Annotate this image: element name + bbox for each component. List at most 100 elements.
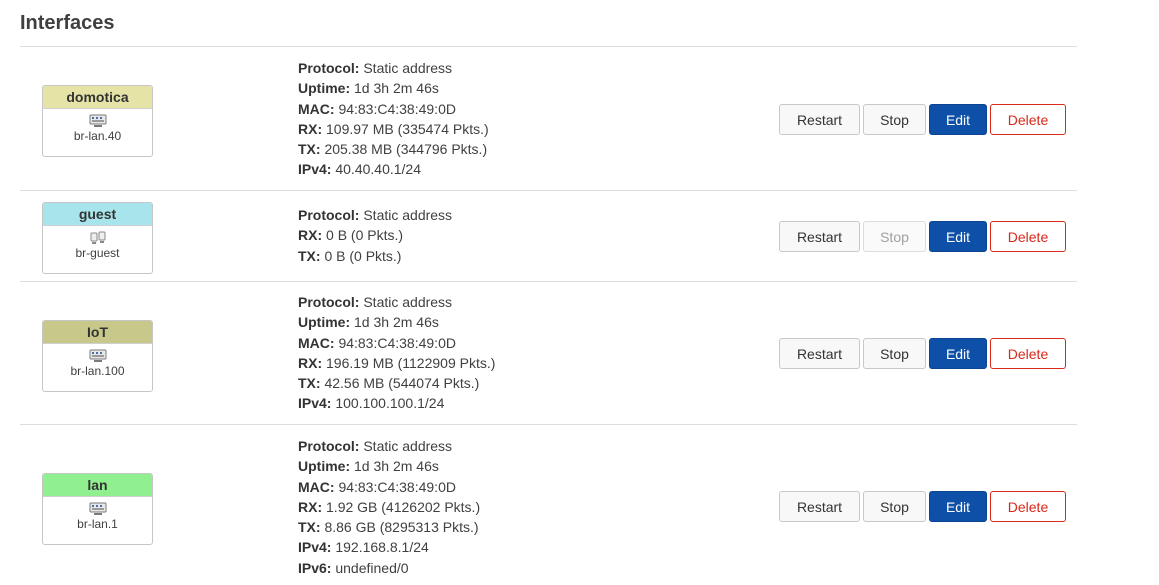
ethernet-icon — [89, 114, 106, 127]
stop-button[interactable]: Stop — [863, 491, 926, 522]
detail-line: RX: 0 B (0 Pkts.) — [298, 225, 452, 245]
interface-details: Protocol: Static address RX: 0 B (0 Pkts… — [298, 205, 452, 266]
detail-label: Protocol: — [298, 60, 360, 76]
detail-label: MAC: — [298, 100, 335, 117]
detail-value: 205.38 MB (344796 Pkts.) — [324, 141, 488, 158]
detail-line: IPv4: 192.168.8.1/24 — [298, 537, 480, 557]
detail-label: RX: — [298, 227, 323, 244]
action-buttons: Restart Stop Edit Delete — [779, 221, 1066, 252]
detail-label: RX: — [298, 354, 323, 371]
detail-label: RX: — [298, 120, 323, 137]
detail-value: 1.92 GB (4126202 Pkts.) — [326, 498, 481, 515]
detail-label: Uptime: — [298, 314, 351, 331]
interface-badge[interactable]: domotica br-lan.40 — [42, 85, 153, 157]
detail-line: RX: 1.92 GB (4126202 Pkts.) — [298, 497, 480, 517]
interface-row: lan br-lan.1 Protocol: Static address Up… — [20, 425, 1077, 585]
detail-line: TX: 42.56 MB (544074 Pkts.) — [298, 373, 495, 393]
interface-badge[interactable]: IoT br-lan.100 — [42, 320, 153, 392]
detail-line: Protocol: Static address — [298, 58, 489, 78]
detail-line: TX: 8.86 GB (8295313 Pkts.) — [298, 517, 480, 537]
detail-label: Uptime: — [298, 80, 351, 97]
detail-value: 1d 3h 2m 46s — [354, 458, 439, 475]
detail-value: 1d 3h 2m 46s — [354, 80, 439, 97]
action-buttons: Restart Stop Edit Delete — [779, 104, 1066, 135]
page-title: Interfaces — [20, 12, 115, 34]
detail-label: Uptime: — [298, 458, 351, 475]
edit-button[interactable]: Edit — [929, 338, 987, 369]
detail-label: TX: — [298, 247, 321, 264]
detail-line: Uptime: 1d 3h 2m 46s — [298, 78, 489, 98]
detail-line: Protocol: Static address — [298, 292, 495, 312]
detail-line: MAC: 94:83:C4:38:49:0D — [298, 477, 480, 497]
detail-value: 8.86 GB (8295313 Pkts.) — [324, 519, 479, 536]
delete-button[interactable]: Delete — [990, 104, 1066, 135]
interface-row: IoT br-lan.100 Protocol: Static address … — [20, 282, 1077, 424]
interface-device: br-lan.40 — [73, 129, 122, 143]
edit-button[interactable]: Edit — [929, 221, 987, 252]
detail-line: RX: 196.19 MB (1122909 Pkts.) — [298, 353, 495, 373]
detail-label: TX: — [298, 375, 321, 392]
delete-button[interactable]: Delete — [990, 491, 1066, 522]
detail-label: Protocol: — [298, 438, 360, 454]
ethernet-icon — [89, 349, 106, 362]
detail-value: 0 B (0 Pkts.) — [324, 247, 402, 264]
detail-value: 196.19 MB (1122909 Pkts.) — [326, 354, 496, 371]
ethernet-disconnected-icon — [90, 231, 105, 244]
detail-line: TX: 0 B (0 Pkts.) — [298, 246, 452, 266]
detail-value: 1d 3h 2m 46s — [354, 314, 439, 331]
interface-device: br-lan.1 — [77, 517, 118, 531]
edit-button[interactable]: Edit — [929, 104, 987, 135]
delete-button[interactable]: Delete — [990, 221, 1066, 252]
stop-button[interactable]: Stop — [863, 104, 926, 135]
detail-value: 42.56 MB (544074 Pkts.) — [324, 375, 480, 392]
detail-line: Uptime: 1d 3h 2m 46s — [298, 312, 495, 332]
action-buttons: Restart Stop Edit Delete — [779, 338, 1066, 369]
detail-value: undefined/0 — [335, 559, 409, 576]
restart-button[interactable]: Restart — [779, 491, 860, 522]
delete-button[interactable]: Delete — [990, 338, 1066, 369]
detail-line: IPv6: undefined/0 — [298, 558, 480, 578]
detail-value: 192.168.8.1/24 — [335, 539, 429, 556]
restart-button[interactable]: Restart — [779, 104, 860, 135]
stop-button: Stop — [863, 221, 926, 252]
detail-label: IPv4: — [298, 539, 332, 556]
detail-value: 94:83:C4:38:49:0D — [338, 334, 456, 351]
detail-value: Static address — [363, 294, 453, 310]
detail-value: 100.100.100.1/24 — [335, 395, 445, 412]
interface-name: IoT — [43, 321, 152, 344]
detail-label: MAC: — [298, 478, 335, 495]
detail-line: TX: 205.38 MB (344796 Pkts.) — [298, 139, 489, 159]
detail-value: 94:83:C4:38:49:0D — [338, 100, 456, 117]
detail-label: Protocol: — [298, 207, 360, 223]
detail-label: RX: — [298, 498, 323, 515]
interface-row: domotica br-lan.40 Protocol: Static addr… — [20, 47, 1077, 190]
ethernet-icon — [89, 502, 106, 515]
detail-value: Static address — [363, 60, 453, 76]
detail-line: RX: 109.97 MB (335474 Pkts.) — [298, 119, 489, 139]
interface-badge[interactable]: lan br-lan.1 — [42, 473, 153, 545]
detail-label: Protocol: — [298, 294, 360, 310]
interface-device: br-guest — [75, 246, 120, 260]
detail-value: 94:83:C4:38:49:0D — [338, 478, 456, 495]
interface-details: Protocol: Static address Uptime: 1d 3h 2… — [298, 436, 480, 578]
detail-value: 0 B (0 Pkts.) — [326, 227, 404, 244]
restart-button[interactable]: Restart — [779, 338, 860, 369]
detail-line: Uptime: 1d 3h 2m 46s — [298, 456, 480, 476]
detail-label: TX: — [298, 519, 321, 536]
edit-button[interactable]: Edit — [929, 491, 987, 522]
restart-button[interactable]: Restart — [779, 221, 860, 252]
detail-label: TX: — [298, 141, 321, 158]
detail-label: IPv4: — [298, 161, 332, 178]
action-buttons: Restart Stop Edit Delete — [779, 491, 1066, 522]
detail-value: 109.97 MB (335474 Pkts.) — [326, 120, 489, 137]
interface-row: guest br-guest Protocol: Static address … — [20, 191, 1077, 281]
detail-line: IPv4: 100.100.100.1/24 — [298, 393, 495, 413]
detail-label: IPv4: — [298, 395, 332, 412]
detail-line: MAC: 94:83:C4:38:49:0D — [298, 99, 489, 119]
detail-line: Protocol: Static address — [298, 436, 480, 456]
stop-button[interactable]: Stop — [863, 338, 926, 369]
detail-line: Protocol: Static address — [298, 205, 452, 225]
interface-badge[interactable]: guest br-guest — [42, 202, 153, 274]
detail-value: Static address — [363, 207, 453, 223]
detail-line: IPv4: 40.40.40.1/24 — [298, 159, 489, 179]
